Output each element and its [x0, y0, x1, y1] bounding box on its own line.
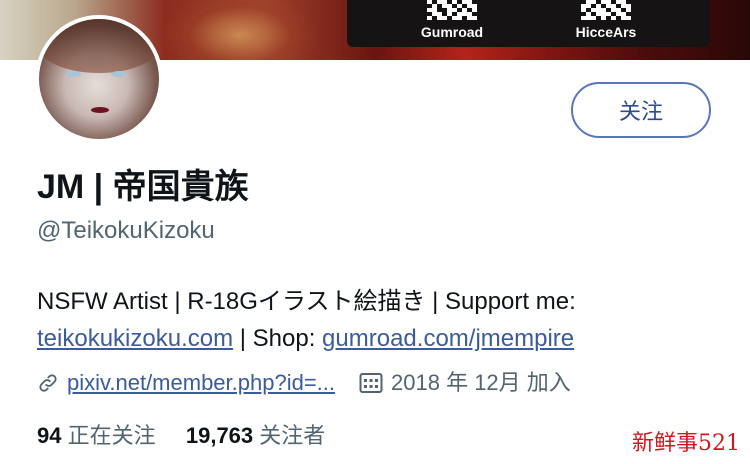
following-count: 94 — [37, 423, 62, 448]
bio-line-2: teikokukizoku.com | Shop: gumroad.com/jm… — [37, 320, 737, 357]
link-icon — [39, 374, 57, 392]
following-stat[interactable]: 94 正在关注 — [37, 423, 156, 448]
watermark: 新鲜事521 — [632, 431, 740, 456]
avatar-hair — [39, 19, 159, 73]
followers-stat[interactable]: 19,763 关注者 — [186, 423, 325, 448]
gumroad-qr-label: Gumroad — [420, 24, 484, 40]
pixiv-link[interactable]: pixiv.net/member.php?id=... — [67, 367, 335, 399]
avatar-left-eye — [65, 71, 81, 77]
shop-link[interactable]: gumroad.com/jmempire — [322, 325, 574, 352]
hiccears-qr-label: HicceArs — [575, 24, 637, 40]
avatar-lips — [91, 107, 109, 113]
shop-separator: | Shop: — [233, 325, 323, 352]
gumroad-qr-icon — [427, 0, 477, 20]
follow-button[interactable]: 关注 — [571, 82, 711, 138]
profile-name: JM | 帝国貴族 — [37, 168, 249, 206]
website-link[interactable]: teikokukizoku.com — [37, 325, 233, 352]
qr-code-panel: Gumroad HicceArs — [347, 0, 710, 47]
avatar-portrait-icon — [39, 19, 159, 139]
hiccears-qr-icon — [581, 0, 631, 20]
joined-date: 2018 年 12月 加入 — [391, 370, 571, 395]
profile-handle: @TeikokuKizoku — [37, 217, 215, 244]
banner-artwork — [160, 0, 320, 60]
avatar-right-eye — [111, 71, 127, 77]
bio-line-1: NSFW Artist | R-18Gイラスト絵描き | Support me: — [37, 288, 576, 315]
profile-meta: pixiv.net/member.php?id=... 2018 年 12月 加… — [37, 367, 571, 399]
followers-count: 19,763 — [185, 423, 254, 448]
avatar[interactable] — [35, 15, 163, 143]
calendar-icon — [359, 373, 383, 393]
profile-bio: NSFW Artist | R-18Gイラスト絵描き | Support me:… — [37, 283, 737, 357]
following-label: 正在关注 — [61, 423, 156, 448]
profile-stats: 94 正在关注 19,763 关注者 — [37, 421, 325, 451]
followers-label: 关注者 — [253, 423, 326, 448]
